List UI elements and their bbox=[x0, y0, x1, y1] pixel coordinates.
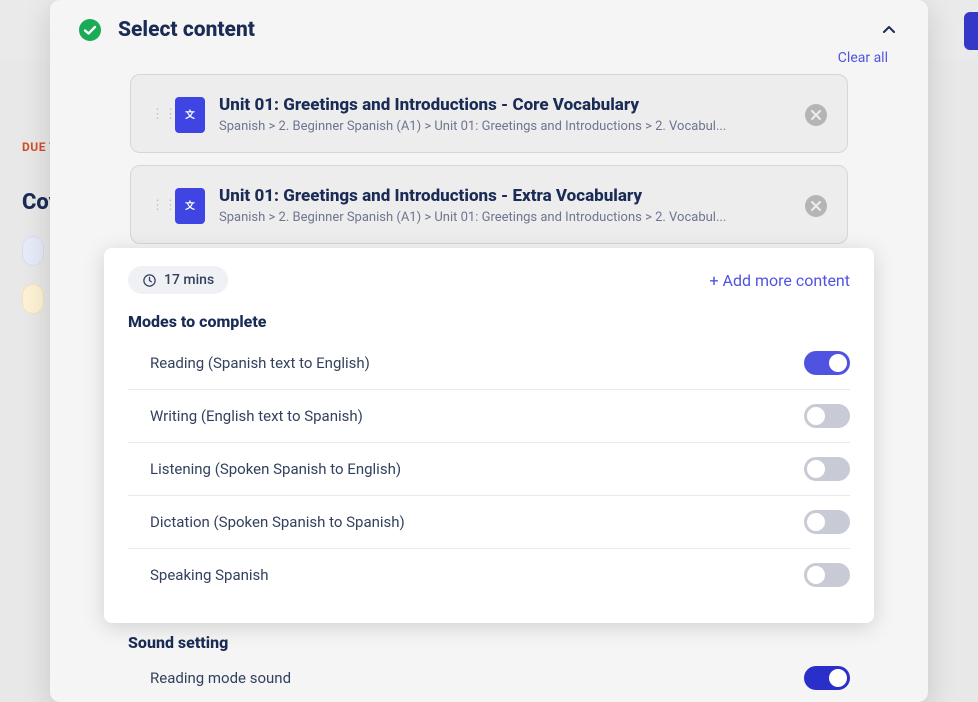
content-cards: ⋮⋮ 文 Unit 01: Greetings and Introduction… bbox=[50, 74, 928, 244]
sound-toggle-reading[interactable] bbox=[804, 666, 850, 690]
card-breadcrumb: Spanish > 2. Beginner Spanish (A1) > Uni… bbox=[219, 119, 791, 134]
clear-all-link[interactable]: Clear all bbox=[838, 50, 888, 66]
mode-label: Reading (Spanish text to English) bbox=[150, 354, 370, 372]
add-more-content-link[interactable]: + Add more content bbox=[709, 271, 850, 290]
mode-row-reading: Reading (Spanish text to English) bbox=[128, 337, 850, 390]
clear-row: Clear all bbox=[50, 50, 928, 74]
translate-doc-icon: 文 bbox=[175, 188, 205, 224]
card-text: Unit 01: Greetings and Introductions - C… bbox=[219, 95, 791, 134]
select-content-modal: Select content Clear all ⋮⋮ 文 Unit 01: G… bbox=[50, 0, 928, 702]
card-title: Unit 01: Greetings and Introductions - C… bbox=[219, 95, 791, 115]
sound-label: Reading mode sound bbox=[150, 669, 291, 687]
modes-highlight-box: 17 mins + Add more content Modes to comp… bbox=[104, 248, 874, 623]
drag-handle-icon[interactable]: ⋮⋮ bbox=[151, 108, 161, 121]
sound-title: Sound setting bbox=[128, 633, 850, 652]
mode-label: Listening (Spoken Spanish to English) bbox=[150, 460, 401, 478]
mode-toggle-writing[interactable] bbox=[804, 404, 850, 428]
time-estimate-pill: 17 mins bbox=[128, 266, 228, 294]
highlight-top-row: 17 mins + Add more content bbox=[128, 266, 850, 294]
mode-label: Writing (English text to Spanish) bbox=[150, 407, 363, 425]
content-card: ⋮⋮ 文 Unit 01: Greetings and Introduction… bbox=[130, 165, 848, 244]
collapse-chevron-icon[interactable] bbox=[878, 19, 900, 41]
mode-row-dictation: Dictation (Spoken Spanish to Spanish) bbox=[128, 496, 850, 549]
card-title: Unit 01: Greetings and Introductions - E… bbox=[219, 186, 791, 206]
svg-text:文: 文 bbox=[185, 108, 195, 121]
mode-label: Speaking Spanish bbox=[150, 566, 269, 584]
mode-row-speaking: Speaking Spanish bbox=[128, 549, 850, 601]
mode-row-listening: Listening (Spoken Spanish to English) bbox=[128, 443, 850, 496]
content-card: ⋮⋮ 文 Unit 01: Greetings and Introduction… bbox=[130, 74, 848, 153]
bg-chip bbox=[22, 284, 44, 314]
mode-row-writing: Writing (English text to Spanish) bbox=[128, 390, 850, 443]
mode-label: Dictation (Spoken Spanish to Spanish) bbox=[150, 513, 405, 531]
clock-icon bbox=[142, 273, 157, 288]
mode-toggle-dictation[interactable] bbox=[804, 510, 850, 534]
translate-doc-icon: 文 bbox=[175, 97, 205, 133]
sound-section: Sound setting Reading mode sound bbox=[50, 623, 928, 690]
mode-toggle-speaking[interactable] bbox=[804, 563, 850, 587]
mode-list: Reading (Spanish text to English) Writin… bbox=[128, 337, 850, 601]
check-circle-icon bbox=[78, 18, 102, 42]
remove-card-button[interactable] bbox=[805, 104, 827, 126]
bg-primary-button bbox=[964, 12, 978, 50]
drag-handle-icon[interactable]: ⋮⋮ bbox=[151, 199, 161, 212]
bg-chip bbox=[22, 236, 44, 266]
section-header: Select content bbox=[50, 0, 928, 50]
svg-text:文: 文 bbox=[185, 199, 195, 212]
remove-card-button[interactable] bbox=[805, 195, 827, 217]
modes-title: Modes to complete bbox=[128, 312, 850, 331]
mode-toggle-reading[interactable] bbox=[804, 351, 850, 375]
time-estimate-text: 17 mins bbox=[164, 272, 214, 288]
card-text: Unit 01: Greetings and Introductions - E… bbox=[219, 186, 791, 225]
section-title: Select content bbox=[118, 18, 862, 42]
sound-row: Reading mode sound bbox=[128, 658, 850, 690]
mode-toggle-listening[interactable] bbox=[804, 457, 850, 481]
card-breadcrumb: Spanish > 2. Beginner Spanish (A1) > Uni… bbox=[219, 210, 791, 225]
